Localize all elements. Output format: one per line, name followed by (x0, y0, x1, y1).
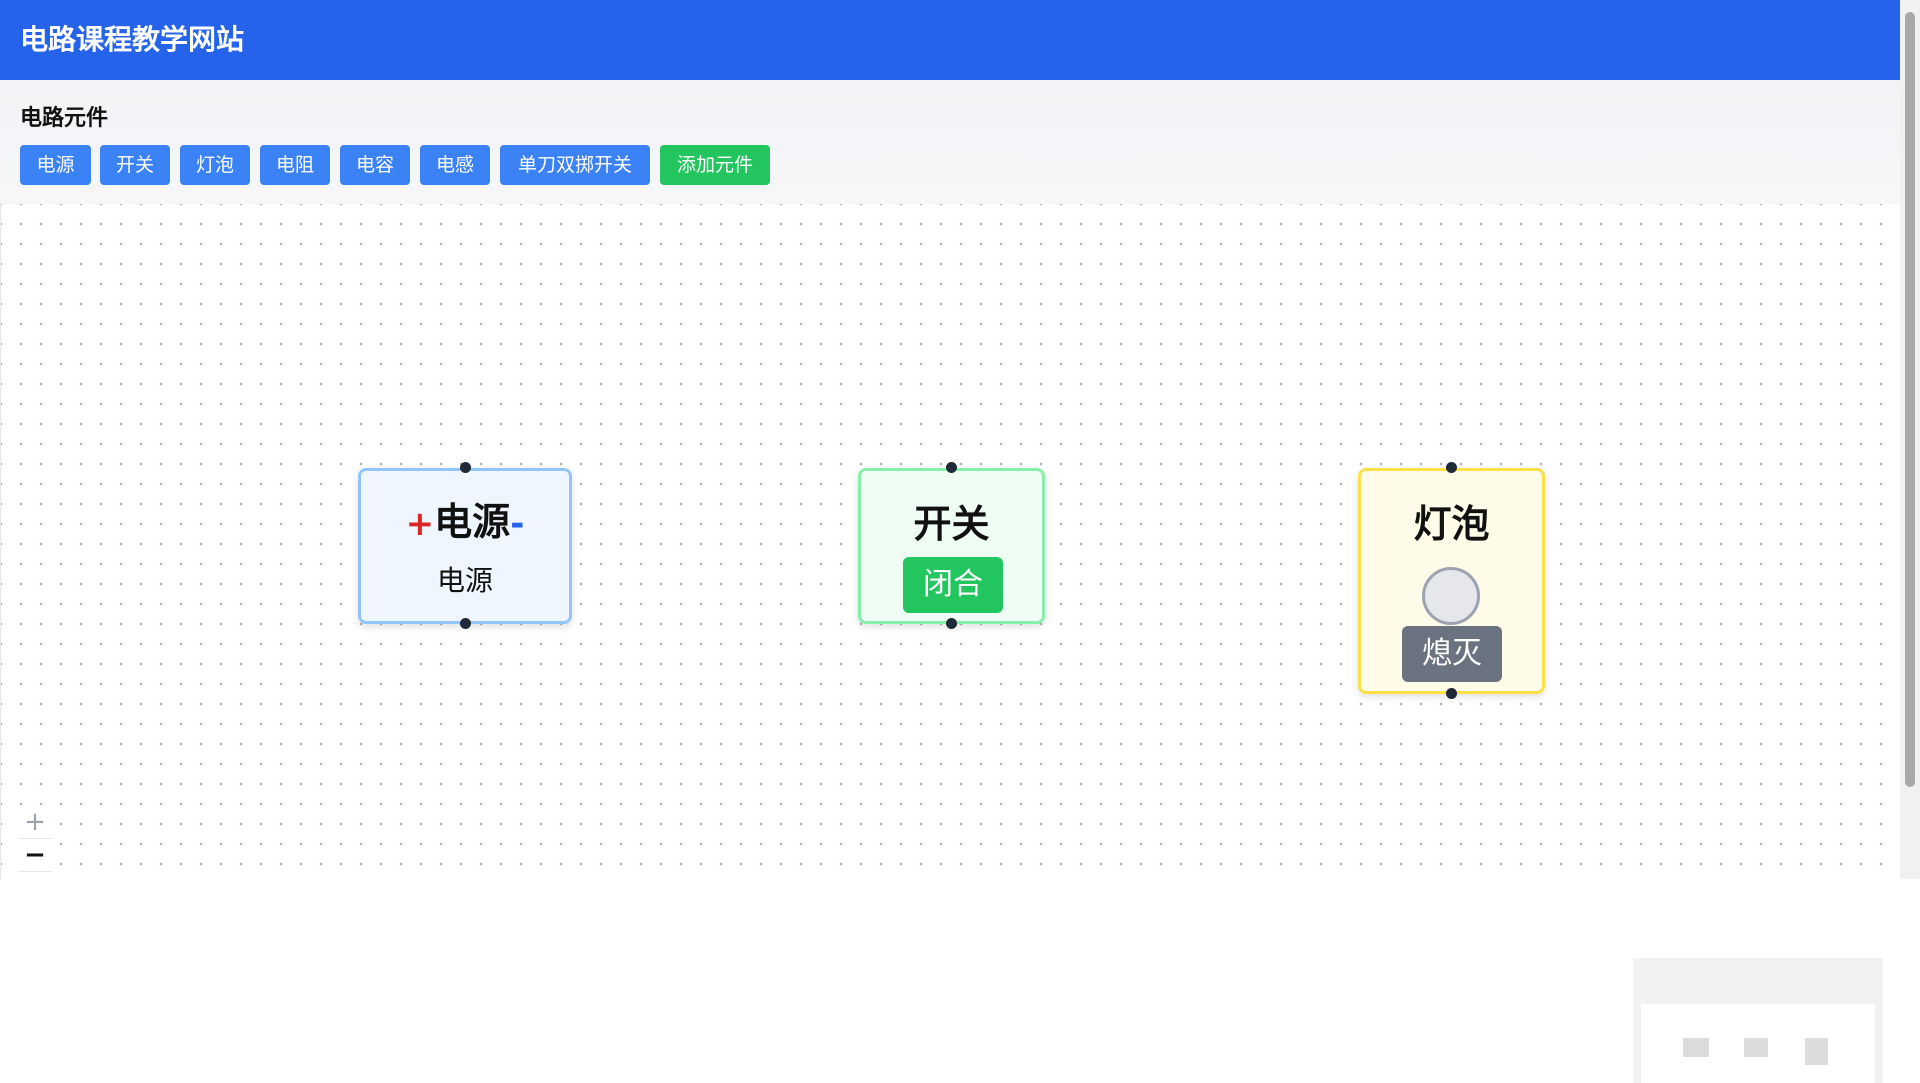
switch-toggle-button[interactable]: 闭合 (903, 557, 1003, 613)
minimap[interactable] (1633, 958, 1883, 1083)
component-palette: 电路元件 电源 开关 灯泡 电阻 电容 电感 单刀双掷开关 添加元件 (0, 80, 1900, 204)
bulb-top-port[interactable] (1446, 462, 1457, 473)
add-power-button[interactable]: 电源 (20, 145, 91, 185)
power-title-text: 电源 (434, 500, 511, 544)
add-resistor-button[interactable]: 电阻 (260, 145, 330, 185)
switch-node-title: 开关 (913, 502, 990, 546)
add-capacitor-button[interactable]: 电容 (340, 145, 410, 185)
minimap-node (1744, 1038, 1768, 1057)
bulb-lamp-icon (1422, 567, 1480, 625)
power-node-title: +电源- (361, 499, 569, 547)
power-top-port[interactable] (459, 462, 471, 473)
switch-top-port[interactable] (946, 462, 957, 473)
bulb-node-title: 灯泡 (1413, 502, 1490, 546)
power-source-node[interactable]: +电源- 电源 (358, 462, 572, 629)
app-header: 电路课程教学网站 (0, 0, 1900, 80)
add-spdt-switch-button[interactable]: 单刀双掷开关 (500, 145, 650, 185)
power-node-label: 电源 (436, 564, 493, 597)
minimap-node (1805, 1038, 1828, 1065)
add-component-button[interactable]: 添加元件 (660, 145, 770, 185)
power-bottom-port[interactable] (459, 618, 471, 629)
page-scrollbar[interactable] (1900, 0, 1920, 879)
site-title: 电路课程教学网站 (20, 23, 245, 56)
add-switch-button[interactable]: 开关 (100, 145, 170, 185)
circuit-canvas[interactable]: +电源- 电源 开关 闭合 灯泡 熄灭 (0, 204, 1901, 1083)
bulb-node[interactable]: 灯泡 熄灭 (1358, 462, 1545, 699)
negative-terminal-sign: - (510, 504, 525, 544)
switch-bottom-port[interactable] (946, 618, 957, 629)
scrollbar-thumb[interactable] (1905, 12, 1915, 787)
add-bulb-button[interactable]: 灯泡 (180, 145, 250, 185)
minimap-node (1683, 1038, 1709, 1057)
bulb-status-badge: 熄灭 (1402, 626, 1502, 682)
switch-node[interactable]: 开关 闭合 (858, 462, 1045, 629)
zoom-in-button[interactable]: + (18, 806, 52, 839)
bulb-bottom-port[interactable] (1446, 688, 1457, 699)
palette-heading: 电路元件 (20, 106, 109, 131)
zoom-out-button[interactable]: − (18, 839, 52, 872)
minimap-viewport (1641, 1004, 1875, 1083)
positive-terminal-sign: + (405, 504, 435, 544)
add-inductor-button[interactable]: 电感 (420, 145, 490, 185)
